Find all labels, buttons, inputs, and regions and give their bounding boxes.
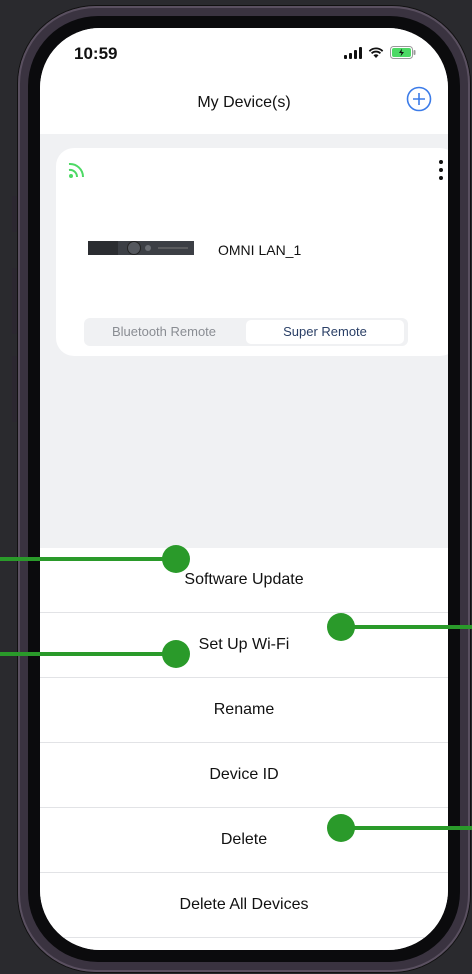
device-id-button[interactable]: Device ID bbox=[40, 743, 448, 808]
page-title: My Device(s) bbox=[197, 94, 291, 111]
rename-button[interactable]: Rename bbox=[40, 678, 448, 743]
annotation-line-software-update bbox=[0, 557, 168, 561]
annotation-line-rename bbox=[0, 652, 168, 656]
device-image bbox=[88, 241, 194, 255]
action-sheet: Software Update Set Up Wi-Fi Rename Devi… bbox=[40, 548, 448, 950]
annotation-dot-software-update bbox=[162, 545, 190, 573]
annotation-line-delete bbox=[350, 826, 472, 830]
set-up-wifi-button[interactable]: Set Up Wi-Fi bbox=[40, 613, 448, 678]
status-time: 10:59 bbox=[74, 44, 118, 63]
nav-header: My Device(s) bbox=[40, 78, 448, 134]
mute-switch bbox=[12, 196, 17, 232]
annotation-dot-wifi bbox=[327, 613, 355, 641]
delete-button[interactable]: Delete bbox=[40, 808, 448, 873]
screen: 10:59 My Device(s) OMNI LAN_1 Bluetooth … bbox=[40, 28, 448, 950]
status-bar: 10:59 bbox=[40, 28, 448, 78]
volume-up-button bbox=[12, 268, 17, 334]
delete-all-devices-button[interactable]: Delete All Devices bbox=[40, 873, 448, 938]
more-icon[interactable] bbox=[438, 160, 444, 180]
annotation-line-wifi bbox=[350, 625, 472, 629]
annotation-dot-rename bbox=[162, 640, 190, 668]
device-card[interactable]: OMNI LAN_1 Bluetooth Remote Super Remote bbox=[56, 148, 448, 356]
signal-icon bbox=[344, 46, 362, 59]
segment-super-remote[interactable]: Super Remote bbox=[246, 320, 404, 344]
wifi-status-icon bbox=[368, 47, 384, 58]
add-icon[interactable] bbox=[406, 86, 432, 112]
device-name: OMNI LAN_1 bbox=[218, 242, 302, 258]
wifi-icon bbox=[68, 162, 85, 178]
volume-down-button bbox=[12, 356, 17, 422]
bezel: 10:59 My Device(s) OMNI LAN_1 Bluetooth … bbox=[28, 16, 460, 962]
annotation-dot-delete bbox=[327, 814, 355, 842]
segment-bluetooth-remote[interactable]: Bluetooth Remote bbox=[84, 318, 244, 346]
battery-icon bbox=[390, 46, 416, 59]
remote-segmented-control: Bluetooth Remote Super Remote bbox=[84, 318, 408, 346]
status-icons bbox=[344, 46, 416, 59]
